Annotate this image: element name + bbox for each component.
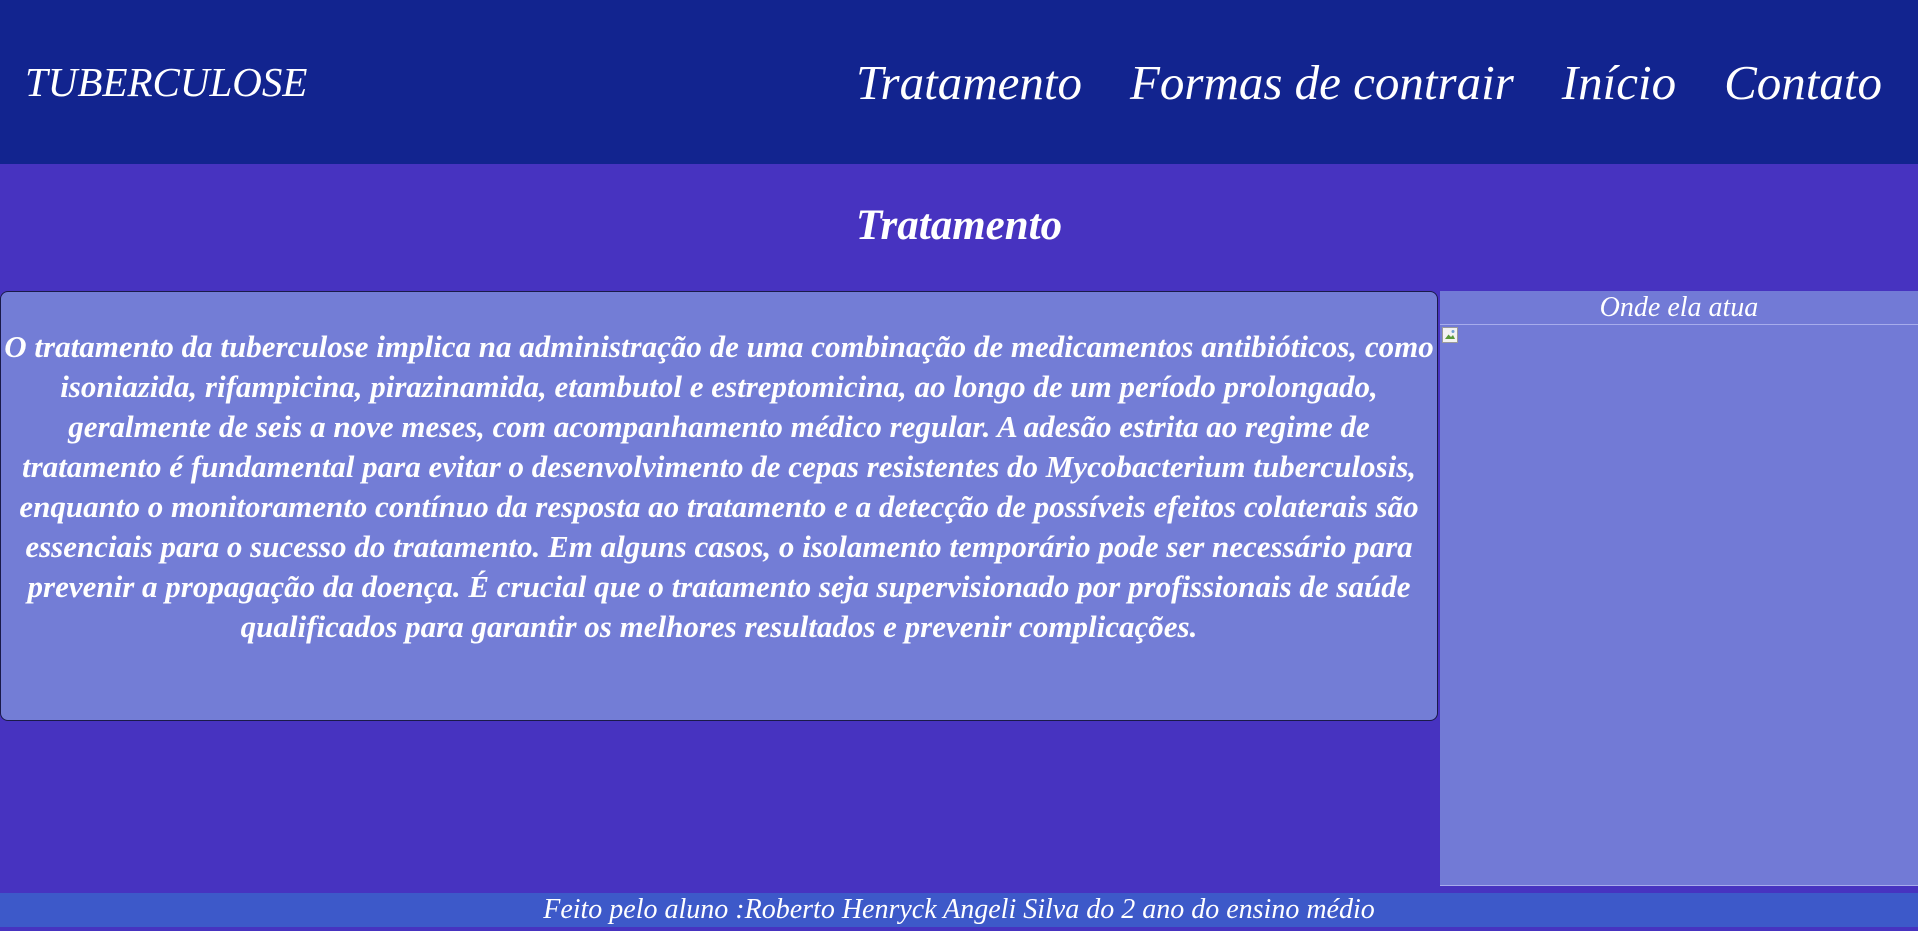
- main-nav: Tratamento Formas de contrair Início Con…: [856, 54, 1882, 112]
- treatment-text-box: O tratamento da tuberculose implica na a…: [0, 291, 1438, 721]
- nav-link-formas-de-contrair[interactable]: Formas de contrair: [1130, 54, 1514, 112]
- side-panel: Onde ela atua: [1440, 291, 1918, 886]
- image-caption: Onde ela atua: [1440, 291, 1918, 325]
- site-footer: Feito pelo aluno :Roberto Henryck Angeli…: [0, 893, 1918, 927]
- where-it-acts-image: [1440, 325, 1918, 886]
- page-title: Tratamento: [855, 202, 1063, 249]
- treatment-paragraph: O tratamento da tuberculose implica na a…: [4, 329, 1434, 644]
- broken-image-icon: [1442, 327, 1458, 343]
- nav-link-tratamento[interactable]: Tratamento: [856, 54, 1082, 112]
- nav-link-inicio[interactable]: Início: [1562, 54, 1676, 112]
- nav-link-contato[interactable]: Contato: [1724, 54, 1882, 112]
- site-logo[interactable]: TUBERCULOSE: [25, 57, 307, 107]
- site-header: TUBERCULOSE Tratamento Formas de contrai…: [0, 0, 1918, 164]
